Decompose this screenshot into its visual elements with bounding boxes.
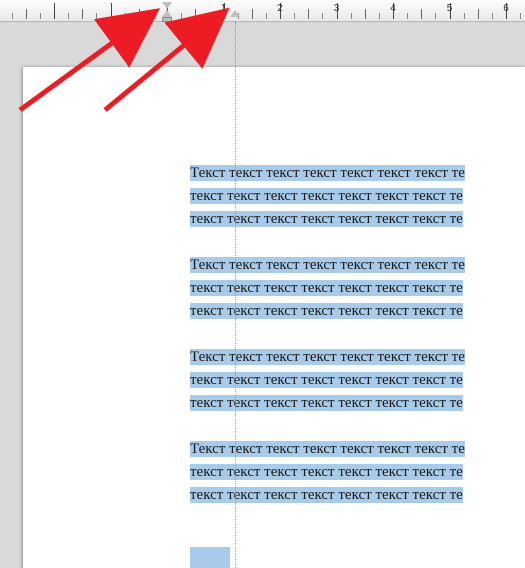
- selected-text-block[interactable]: Текст текст текст текст текст текст текс…: [190, 162, 525, 530]
- margin-guide-line: [235, 22, 236, 568]
- ruler-tick: [96, 13, 97, 19]
- ruler-tick: [351, 13, 352, 19]
- ruler-label: 4: [390, 3, 396, 14]
- text-line: текст текст текст текст текст текст текс…: [190, 188, 463, 204]
- ruler-tick: [492, 13, 493, 19]
- ruler-label: 2: [277, 3, 283, 14]
- ruler-tick: [294, 13, 295, 19]
- text-line: текст текст текст текст текст текст текс…: [190, 280, 463, 296]
- ruler-tick: [139, 9, 140, 19]
- ruler-tick: [111, 3, 112, 19]
- ruler-tick: [40, 13, 41, 19]
- text-line: Текст текст текст текст текст текст текс…: [190, 349, 465, 365]
- ruler-tick: [435, 13, 436, 19]
- paragraph: Текст текст текст текст текст текст текс…: [190, 254, 525, 323]
- document-page[interactable]: Текст текст текст текст текст текст текс…: [23, 67, 525, 568]
- ruler-tick: [125, 13, 126, 19]
- ruler-tick: [68, 13, 69, 19]
- paragraph: Текст текст текст текст текст текст текс…: [190, 346, 525, 415]
- word-processor-view: 1 2 3 4 5 6 Текст текст текст текст текст тек…: [0, 0, 525, 568]
- paragraph: Текст текст текст текст текст текст текс…: [190, 438, 525, 507]
- text-line: текст текст текст текст текст текст текс…: [190, 487, 463, 503]
- ruler-scale: 1 2 3 4 5 6: [0, 0, 525, 21]
- ruler-tick: [82, 9, 83, 19]
- ruler-tick: [181, 13, 182, 19]
- workspace: Текст текст текст текст текст текст текс…: [0, 22, 525, 568]
- ruler-label: 6: [503, 3, 509, 14]
- text-line: текст текст текст текст текст текст текс…: [190, 372, 463, 388]
- right-indent-marker[interactable]: [230, 10, 240, 17]
- ruler-label: 1: [221, 3, 227, 14]
- ruler-tick: [153, 13, 154, 19]
- ruler-tick: [195, 9, 196, 19]
- text-line: Текст текст текст текст текст текст текс…: [190, 257, 465, 273]
- ruler-tick: [308, 9, 309, 19]
- ruler-tick: [520, 13, 521, 19]
- ruler-tick: [379, 13, 380, 19]
- ruler-tick: [252, 9, 253, 19]
- ruler-tick: [421, 9, 422, 19]
- selection-tail: [190, 547, 230, 568]
- ruler-label: 3: [334, 3, 340, 14]
- text-line: текст текст текст текст текст текст текс…: [190, 395, 463, 411]
- ruler-tick: [464, 13, 465, 19]
- horizontal-ruler[interactable]: 1 2 3 4 5 6: [0, 0, 525, 22]
- paragraph: Текст текст текст текст текст текст текс…: [190, 162, 525, 231]
- left-indent-marker[interactable]: [162, 10, 172, 17]
- ruler-tick: [266, 13, 267, 19]
- ruler-label: 5: [447, 3, 453, 14]
- ruler-tick: [407, 13, 408, 19]
- ruler-tick: [365, 9, 366, 19]
- ruler-tick: [209, 13, 210, 19]
- text-line: Текст текст текст текст текст текст текс…: [190, 165, 465, 181]
- text-line: текст текст текст текст текст текст текс…: [190, 303, 463, 319]
- ruler-tick: [12, 13, 13, 19]
- ruler-tick: [322, 13, 323, 19]
- ruler-tick: [478, 9, 479, 19]
- text-line: Текст текст текст текст текст текст текс…: [190, 441, 465, 457]
- text-line: текст текст текст текст текст текст текс…: [190, 464, 463, 480]
- text-line: текст текст текст текст текст текст текс…: [190, 211, 463, 227]
- ruler-tick: [26, 9, 27, 19]
- first-line-indent-marker[interactable]: [162, 2, 172, 9]
- ruler-tick: [54, 3, 55, 19]
